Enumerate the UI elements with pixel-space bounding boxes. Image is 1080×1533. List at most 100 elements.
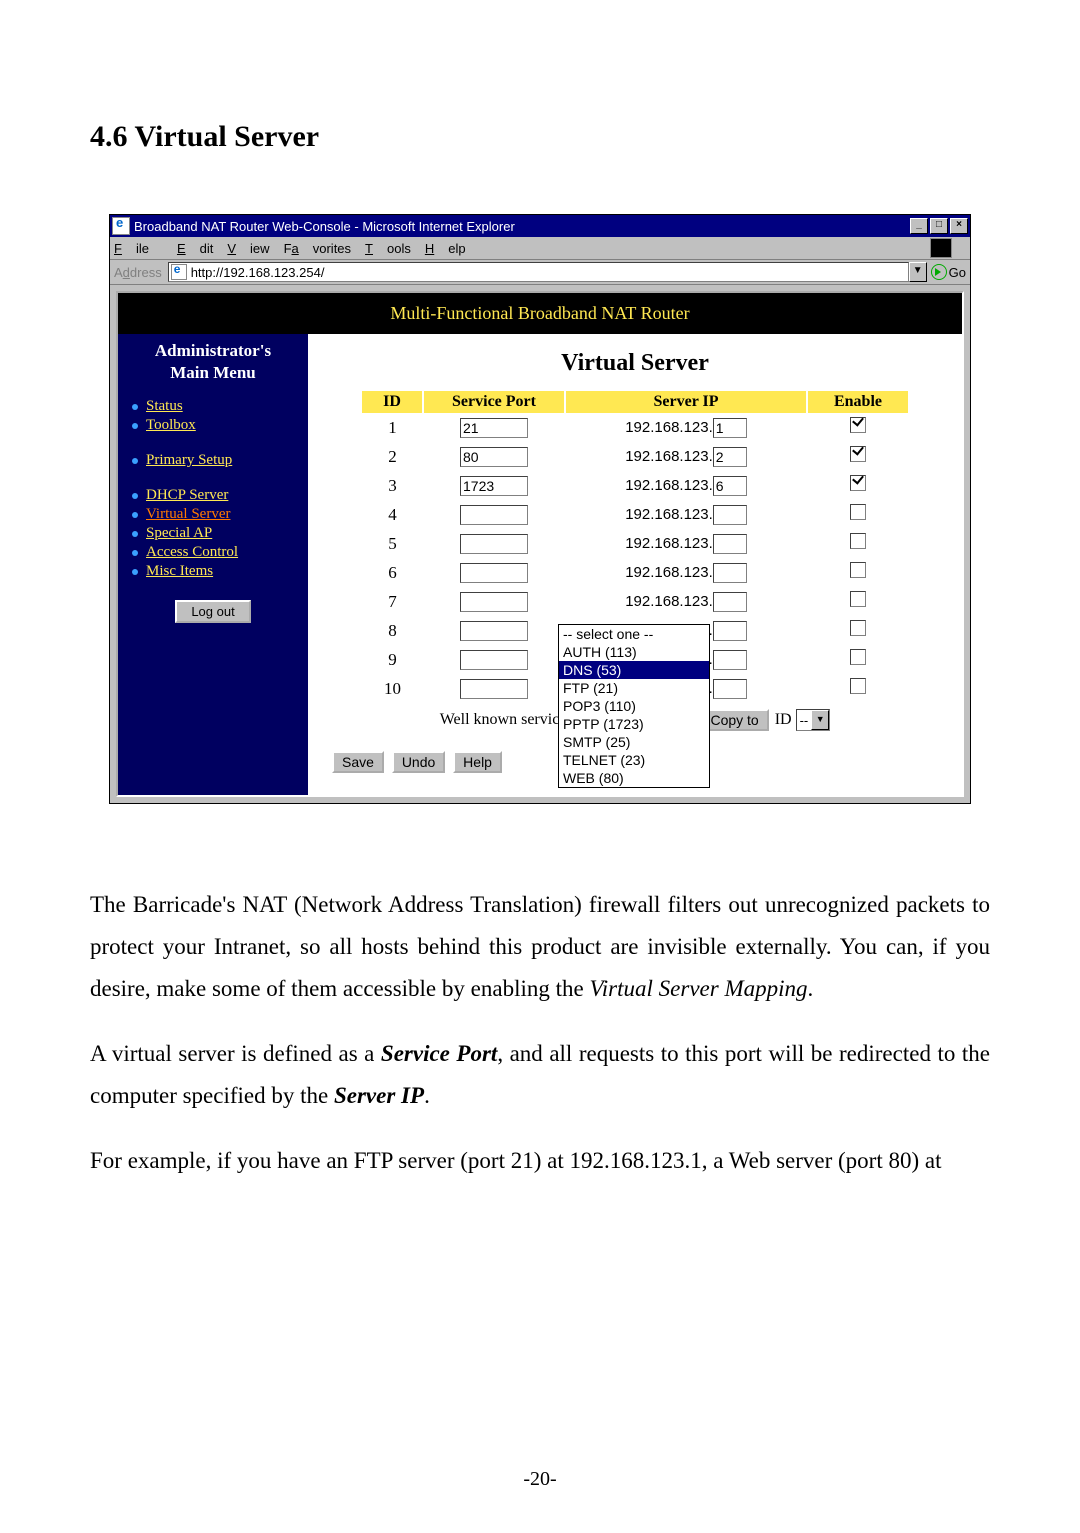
id-select[interactable]: -- ▼ [796,709,831,731]
enable-checkbox[interactable] [850,591,866,607]
ip-prefix: 192.168.123. [625,477,713,494]
sidebar-title: Administrator's Main Menu [118,340,308,384]
wks-option[interactable]: TELNET (23) [559,751,709,769]
service-port-input[interactable] [460,476,528,496]
server-ip-input[interactable] [713,447,747,467]
server-ip-input[interactable] [713,650,747,670]
enable-checkbox[interactable] [850,562,866,578]
ie-logo-icon [930,238,952,258]
close-button[interactable]: × [950,218,968,234]
enable-checkbox[interactable] [850,446,866,462]
maximize-button[interactable]: □ [930,218,948,234]
menu-view[interactable]: View [227,241,269,256]
server-ip-input[interactable] [713,592,747,612]
menu-tools[interactable]: Tools [365,241,411,256]
server-ip-input[interactable] [713,534,747,554]
row-id: 2 [362,442,423,471]
service-port-input[interactable] [460,534,528,554]
wks-dropdown-list[interactable]: -- select one --AUTH (113)DNS (53)FTP (2… [558,624,710,788]
table-row: 5192.168.123. [362,529,908,558]
ip-prefix: 192.168.123. [625,564,713,581]
sidebar-item-dhcp[interactable]: DHCP Server [146,487,228,503]
row-id: 9 [362,645,423,674]
paragraph-3: For example, if you have an FTP server (… [90,1140,990,1182]
server-ip-input[interactable] [713,418,747,438]
menu-file[interactable]: File [114,241,163,256]
paragraph-2: A virtual server is defined as a Service… [90,1033,990,1117]
row-id: 6 [362,558,423,587]
table-row: 6 192.168.123. [362,558,908,587]
address-url: http://192.168.123.254/ [191,265,325,280]
enable-checkbox[interactable] [850,533,866,549]
sidebar-item-misc[interactable]: Misc Items [146,563,213,579]
service-port-input[interactable] [460,563,528,583]
service-port-input[interactable] [460,650,528,670]
section-heading: 4.6 Virtual Server [90,120,990,154]
menu-edit[interactable]: Edit [177,241,213,256]
server-ip-input[interactable] [713,679,747,699]
sidebar-item-special-ap[interactable]: Special AP [146,525,212,541]
col-id: ID [362,391,423,413]
wks-option[interactable]: POP3 (110) [559,697,709,715]
logout-button[interactable]: Log out [175,600,250,623]
banner: Multi-Functional Broadband NAT Router [118,293,962,334]
ip-prefix: 192.168.123. [625,419,713,436]
page-icon [171,264,187,280]
wks-option[interactable]: AUTH (113) [559,643,709,661]
service-port-input[interactable] [460,447,528,467]
copy-to-button[interactable]: Copy to [700,709,768,731]
menu-favorites[interactable]: Favorites [284,241,351,256]
row-id: 1 [362,413,423,442]
sidebar-item-virtual-server[interactable]: Virtual Server [146,506,231,522]
wks-option[interactable]: PPTP (1723) [559,715,709,733]
wks-option[interactable]: -- select one -- [559,625,709,643]
wks-option[interactable]: SMTP (25) [559,733,709,751]
col-port: Service Port [423,391,565,413]
server-ip-input[interactable] [713,505,747,525]
paragraph-1: The Barricade's NAT (Network Address Tra… [90,884,990,1010]
menu-help[interactable]: Help [425,241,466,256]
go-button[interactable]: Go [931,264,966,280]
enable-checkbox[interactable] [850,620,866,636]
ip-prefix: 192.168.123. [625,506,713,523]
row-id: 7 [362,587,423,616]
enable-checkbox[interactable] [850,504,866,520]
table-row: 3192.168.123. [362,471,908,500]
enable-checkbox[interactable] [850,649,866,665]
table-row: 7192.168.123. [362,587,908,616]
sidebar-item-primary[interactable]: Primary Setup [146,452,232,468]
server-ip-input[interactable] [713,621,747,641]
enable-checkbox[interactable] [850,417,866,433]
address-dropdown-button[interactable]: ▼ [909,262,927,282]
enable-checkbox[interactable] [850,475,866,491]
minimize-button[interactable]: _ [910,218,928,234]
row-id: 4 [362,500,423,529]
service-port-input[interactable] [460,505,528,525]
sidebar: Administrator's Main Menu Status Toolbox… [118,334,308,795]
sidebar-item-toolbox[interactable]: Toolbox [146,417,196,433]
chevron-down-icon: ▼ [811,710,829,730]
service-port-input[interactable] [460,592,528,612]
service-port-input[interactable] [460,621,528,641]
address-input[interactable]: http://192.168.123.254/ [168,262,909,282]
sidebar-item-status[interactable]: Status [146,398,183,414]
undo-button[interactable]: Undo [392,751,445,773]
enable-checkbox[interactable] [850,678,866,694]
wks-option[interactable]: DNS (53) [559,661,709,679]
table-row: 4 192.168.123. [362,500,908,529]
ie-icon [112,217,130,235]
col-ip: Server IP [565,391,807,413]
server-ip-input[interactable] [713,476,747,496]
row-id: 8 [362,616,423,645]
server-ip-input[interactable] [713,563,747,583]
row-id: 5 [362,529,423,558]
menubar: File Edit View Favorites Tools Help [110,237,970,260]
sidebar-item-access-control[interactable]: Access Control [146,544,238,560]
wks-option[interactable]: WEB (80) [559,769,709,787]
service-port-input[interactable] [460,679,528,699]
address-label: Address [114,265,162,280]
save-button[interactable]: Save [332,751,384,773]
help-button[interactable]: Help [453,751,502,773]
wks-option[interactable]: FTP (21) [559,679,709,697]
service-port-input[interactable] [460,418,528,438]
